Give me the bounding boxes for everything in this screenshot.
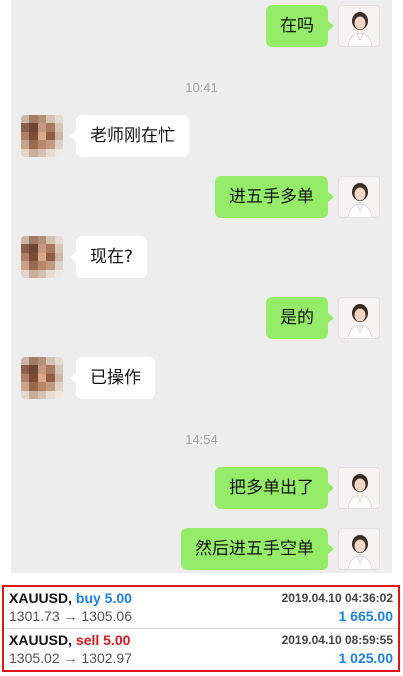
contact-avatar[interactable] <box>21 115 63 157</box>
chat-area: 在吗 10:41 老师刚在忙 进五手多单 现在? 是的 已操作 14:54 把多… <box>11 0 392 573</box>
their-message-bubble[interactable]: 已操作 <box>70 357 155 399</box>
symbol-label: XAUUSD, <box>9 590 73 606</box>
my-message-bubble[interactable]: 把多单出了 <box>215 467 334 509</box>
message-row: 是的 <box>11 297 392 343</box>
my-message-bubble[interactable]: 进五手多单 <box>215 176 334 218</box>
person-avatar-icon <box>339 298 379 338</box>
my-avatar[interactable] <box>338 467 380 509</box>
message-row: 老师刚在忙 <box>11 115 392 161</box>
message-row: 已操作 <box>11 357 392 403</box>
message-row: 现在? <box>11 236 392 282</box>
person-avatar-icon <box>339 529 379 569</box>
blurred-avatar-icon <box>21 357 63 399</box>
timestamp: 10:41 <box>185 80 218 95</box>
my-avatar[interactable] <box>338 297 380 339</box>
my-message-bubble[interactable]: 然后进五手空单 <box>181 528 334 570</box>
trade-symbol: XAUUSD, buy 5.00 <box>9 590 132 606</box>
my-message-bubble[interactable]: 在吗 <box>266 5 334 47</box>
symbol-label: XAUUSD, <box>9 632 73 648</box>
person-avatar-icon <box>339 468 379 508</box>
their-message-bubble[interactable]: 现在? <box>69 236 148 278</box>
trade-prices: 1305.02 → 1302.97 <box>9 650 132 666</box>
their-message-bubble[interactable]: 老师刚在忙 <box>70 115 189 157</box>
trade-datetime: 2019.04.10 08:59:55 <box>281 633 393 647</box>
message-row: 把多单出了 <box>11 467 392 513</box>
trade-profit: 1 025.00 <box>338 650 394 666</box>
blurred-avatar-icon <box>21 115 63 157</box>
trade-row[interactable]: XAUUSD, sell 5.00 1305.02 → 1302.97 2019… <box>4 629 398 670</box>
trade-prices: 1301.73 → 1305.06 <box>9 608 132 624</box>
blurred-avatar-icon <box>21 236 63 278</box>
person-avatar-icon <box>339 6 379 46</box>
trade-side: buy 5.00 <box>75 590 132 606</box>
trade-history-panel: XAUUSD, buy 5.00 1301.73 → 1305.06 2019.… <box>2 585 400 672</box>
trade-row[interactable]: XAUUSD, buy 5.00 1301.73 → 1305.06 2019.… <box>4 587 398 629</box>
my-avatar[interactable] <box>338 176 380 218</box>
person-avatar-icon <box>339 177 379 217</box>
my-avatar[interactable] <box>338 5 380 47</box>
my-message-bubble[interactable]: 是的 <box>266 297 334 339</box>
trade-symbol: XAUUSD, sell 5.00 <box>9 632 130 648</box>
contact-avatar[interactable] <box>21 357 63 399</box>
message-row: 然后进五手空单 <box>11 528 392 573</box>
trade-profit: 1 665.00 <box>338 608 394 624</box>
timestamp: 14:54 <box>185 432 218 447</box>
message-row: 在吗 <box>11 5 392 51</box>
my-avatar[interactable] <box>338 528 380 570</box>
trade-side: sell 5.00 <box>75 632 131 648</box>
message-row: 进五手多单 <box>11 176 392 222</box>
trade-datetime: 2019.04.10 04:36:02 <box>281 591 393 605</box>
contact-avatar[interactable] <box>21 236 63 278</box>
